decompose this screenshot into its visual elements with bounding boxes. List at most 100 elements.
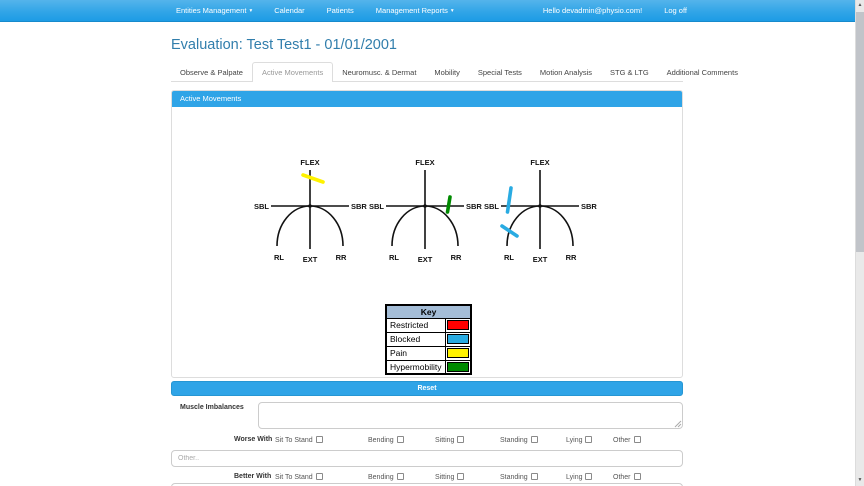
textarea-resize-handle[interactable] — [674, 420, 682, 428]
hypermobility-mark — [445, 195, 452, 214]
nav-management-reports[interactable]: Management Reports ▾ — [365, 0, 465, 22]
key-legend-table: Key Restricted Blocked Pain Hypermobilit… — [385, 304, 472, 375]
option-label: Sit To Stand — [275, 437, 313, 444]
rl-label: RL — [389, 253, 399, 262]
key-label: Pain — [385, 345, 446, 361]
scroll-down-icon[interactable]: ▼ — [856, 475, 864, 486]
sbr-label: SBR — [351, 202, 367, 211]
flex-label: FLEX — [530, 158, 549, 167]
movement-diagram-1[interactable]: FLEX SBL SBR RL EXT RR — [252, 155, 368, 267]
worse-option-sitting: Sitting — [435, 436, 465, 444]
flex-label: FLEX — [415, 158, 434, 167]
tab-active-movements[interactable]: Active Movements — [251, 61, 334, 82]
tab-mobility[interactable]: Mobility — [425, 63, 468, 82]
option-label: Lying — [566, 437, 583, 444]
panel-heading: Active Movements — [172, 91, 682, 107]
rr-label: RR — [566, 253, 577, 262]
checkbox-worse-bending[interactable] — [396, 436, 404, 443]
sbl-label: SBL — [369, 202, 384, 211]
key-row-restricted: Restricted — [385, 317, 472, 333]
option-label: Bending — [368, 437, 394, 444]
ext-label: EXT — [533, 255, 548, 264]
rl-label: RL — [274, 253, 284, 262]
option-label: Bending — [368, 474, 394, 481]
app-screen: Entities Management ▾ Calendar Patients M… — [0, 0, 864, 486]
flex-label: FLEX — [300, 158, 319, 167]
axis-center-dot — [423, 204, 427, 208]
option-label: Sitting — [435, 474, 455, 481]
better-option-bending: Bending — [368, 473, 404, 481]
nav-menu-right: Hello devadmin@physio.com! Log off — [532, 0, 698, 22]
tab-stg-ltg[interactable]: STG & LTG — [601, 63, 658, 82]
sbr-label: SBR — [466, 202, 482, 211]
checkbox-better-sitting[interactable] — [457, 473, 465, 480]
option-label: Sitting — [435, 437, 455, 444]
checkbox-worse-standing[interactable] — [530, 436, 538, 443]
hypermobility-color-swatch — [446, 361, 469, 372]
checkbox-better-lying[interactable] — [585, 473, 593, 480]
vertical-scrollbar[interactable]: ▲ ▼ — [855, 0, 864, 486]
scrollbar-thumb[interactable] — [856, 12, 864, 252]
tab-neuromusc-dermat[interactable]: Neuromusc. & Dermat — [333, 63, 425, 82]
ext-label: EXT — [303, 255, 318, 264]
blocked-mark-sbl — [505, 186, 513, 214]
rr-label: RR — [336, 253, 347, 262]
better-option-other: Other — [613, 473, 641, 481]
axis-center-dot — [538, 204, 542, 208]
checkbox-better-other[interactable] — [633, 473, 641, 480]
better-with-label: Better With — [234, 473, 272, 480]
checkbox-better-sit-to-stand[interactable] — [315, 473, 323, 480]
scroll-up-icon[interactable]: ▲ — [856, 0, 864, 11]
option-label: Sit To Stand — [275, 474, 313, 481]
better-option-standing: Standing — [500, 473, 538, 481]
key-row-blocked: Blocked — [385, 331, 472, 347]
checkbox-worse-sitting[interactable] — [457, 436, 465, 443]
chevron-down-icon: ▾ — [249, 8, 253, 14]
worse-option-bending: Bending — [368, 436, 404, 444]
checkbox-worse-sit-to-stand[interactable] — [315, 436, 323, 443]
sbr-label: SBR — [581, 202, 597, 211]
checkbox-worse-lying[interactable] — [585, 436, 593, 443]
better-option-sit-to-stand: Sit To Stand — [275, 473, 323, 481]
tab-motion-analysis[interactable]: Motion Analysis — [531, 63, 601, 82]
better-option-sitting: Sitting — [435, 473, 465, 481]
tab-observe-palpate[interactable]: Observe & Palpate — [171, 63, 252, 82]
blocked-color-swatch — [446, 334, 469, 344]
movement-diagram-2[interactable]: FLEX SBL SBR RL EXT RR — [367, 155, 483, 267]
sbl-label: SBL — [254, 202, 269, 211]
key-row-hypermobility: Hypermobility — [385, 359, 472, 375]
option-label: Standing — [500, 437, 528, 444]
nav-greeting[interactable]: Hello devadmin@physio.com! — [532, 0, 653, 22]
nav-calendar[interactable]: Calendar — [263, 0, 315, 22]
tab-special-tests[interactable]: Special Tests — [469, 63, 531, 82]
sbl-label: SBL — [484, 202, 499, 211]
option-label: Other — [613, 474, 631, 481]
key-label: Blocked — [385, 331, 446, 347]
chevron-down-icon: ▾ — [450, 8, 454, 14]
worse-option-standing: Standing — [500, 436, 538, 444]
checkbox-better-standing[interactable] — [530, 473, 538, 480]
option-label: Other — [613, 437, 631, 444]
rl-label: RL — [504, 253, 514, 262]
nav-patients[interactable]: Patients — [316, 0, 365, 22]
axis-center-dot — [308, 204, 312, 208]
reset-button[interactable]: Reset — [171, 381, 683, 396]
nav-menu-left: Entities Management ▾ Calendar Patients M… — [165, 0, 465, 22]
worse-with-other-input[interactable] — [171, 450, 683, 467]
muscle-imbalances-textarea[interactable] — [258, 402, 683, 429]
worse-option-sit-to-stand: Sit To Stand — [275, 436, 323, 444]
muscle-imbalances-label: Muscle Imbalances — [180, 404, 244, 411]
worse-with-label: Worse With — [234, 436, 273, 443]
option-label: Standing — [500, 474, 528, 481]
better-option-lying: Lying — [566, 473, 593, 481]
nav-entities-management[interactable]: Entities Management ▾ — [165, 0, 263, 22]
checkbox-worse-other[interactable] — [633, 436, 641, 443]
nav-log-off[interactable]: Log off — [653, 0, 698, 22]
page-title: Evaluation: Test Test1 - 01/01/2001 — [171, 37, 397, 53]
checkbox-better-bending[interactable] — [396, 473, 404, 480]
movement-diagram-3[interactable]: FLEX SBL SBR RL EXT RR — [482, 155, 598, 267]
tab-additional-comments[interactable]: Additional Comments — [658, 63, 747, 82]
pain-color-swatch — [446, 348, 469, 358]
nav-management-reports-label: Management Reports — [375, 6, 448, 15]
key-row-pain: Pain — [385, 345, 472, 361]
